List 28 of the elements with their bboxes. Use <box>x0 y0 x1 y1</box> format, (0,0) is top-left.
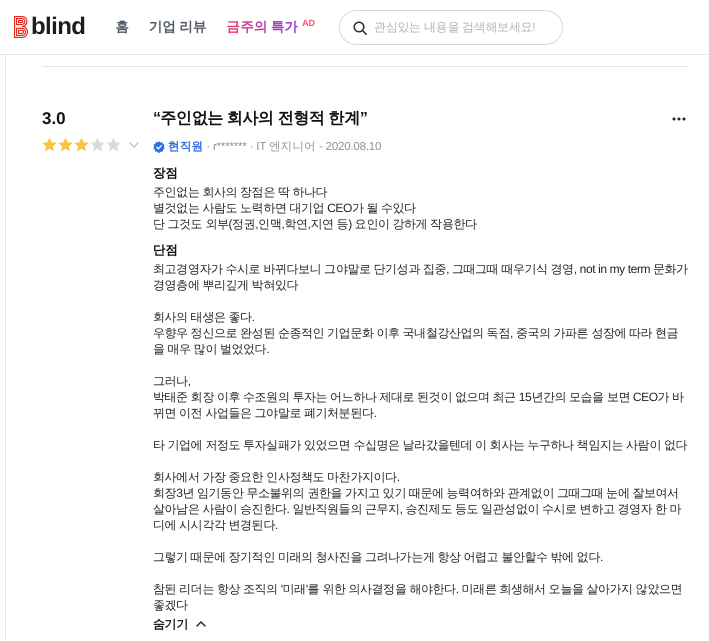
review-paragraph: 참된 리더는 항상 조직의 '미래'를 위한 의사결정을 해야한다. 미래른 희생해서 오늘을 살아가지 않았으면 좋겠다 <box>153 581 684 613</box>
nav-link[interactable]: 기업 리뷰 <box>148 18 207 36</box>
search-icon <box>353 20 368 34</box>
review-paragraph: 주인없는 회사의 장점은 딱 하나다 별것없는 사람도 노력하면 대기업 CEO가 될 수있다 단 그것도 외부(정권,인맥,학연,지연 등) 요인이 강하게 작용한다 <box>153 184 478 232</box>
review-paragraph: 최고경영자가 수시로 바뀌다보니 그야말로 단기성과 집중, 그때그때 때우기식 경영, not in my term 문화가 경영층에 뿌리깊게 박혀있다 <box>153 261 688 293</box>
search-field[interactable]: 관심있는 내용을 검색해보세요! <box>339 10 564 44</box>
author-status: 현직원 <box>168 140 204 155</box>
logo-icon <box>14 16 28 38</box>
collapse-button[interactable]: 숨기기 <box>153 615 206 633</box>
review-paragraph: 그러나, 박태준 회장 이후 수조원의 투자는 어느하나 제대로 된것이 없으며 최근 15년간의 모습을 보면 CEO가 바뀌면 이전 사업들은 그야말로 폐기처분된다. <box>153 373 685 421</box>
more-icon[interactable] <box>672 117 686 121</box>
author-info: · r******* · IT 엔지니어 - 2020.08.10 <box>206 140 382 155</box>
review-title: “주인없는 회사의 전형적 한계” <box>153 109 368 129</box>
star-icon <box>74 137 89 152</box>
review-paragraph: 회사의 태생은 좋다. 우향우 정신으로 완성된 순종적인 기업문화 이후 국내철강산업의 독점, 중국의 가파른 성장에 따라 현금을 매우 많이 벌었었다. <box>153 309 680 357</box>
nav-link[interactable]: 금주의 특가 <box>226 18 298 36</box>
logo-text[interactable]: blind <box>31 14 86 40</box>
section-heading: 단점 <box>153 242 180 259</box>
star-icon <box>58 137 73 152</box>
star-icon <box>42 137 57 152</box>
review-paragraph: 타 기업에 저정도 투자실패가 있었으면 수십명은 날라갔을텐데 이 회사는 누구하나 책임지는 사람이 없다 <box>153 437 688 453</box>
chevron-up-icon <box>196 621 206 627</box>
rating-score: 3.0 <box>42 108 67 130</box>
review-paragraph: 그렇기 때문에 장기적인 미래의 청사진을 그려나가는게 항상 어렵고 불안할수 밖에 없다. <box>153 549 604 565</box>
review-paragraph: 회사에서 가장 중요한 인사정책도 마찬가지이다. 회장3년 임기동안 무소불위의 권한을 가지고 있기 때문에 능력여하와 관계없이 그때그때 눈에 잘보여서 살아남은 사람이 승진한다. 일반직원들의 근무지, 승진제도 등도 일관성없이 수시로 변하고 경영자 한 마디에 시시각각 변경된다. <box>153 469 682 533</box>
ad-label: AD <box>302 18 316 29</box>
nav-link[interactable]: 홈 <box>115 18 129 36</box>
section-heading: 장점 <box>153 165 180 182</box>
